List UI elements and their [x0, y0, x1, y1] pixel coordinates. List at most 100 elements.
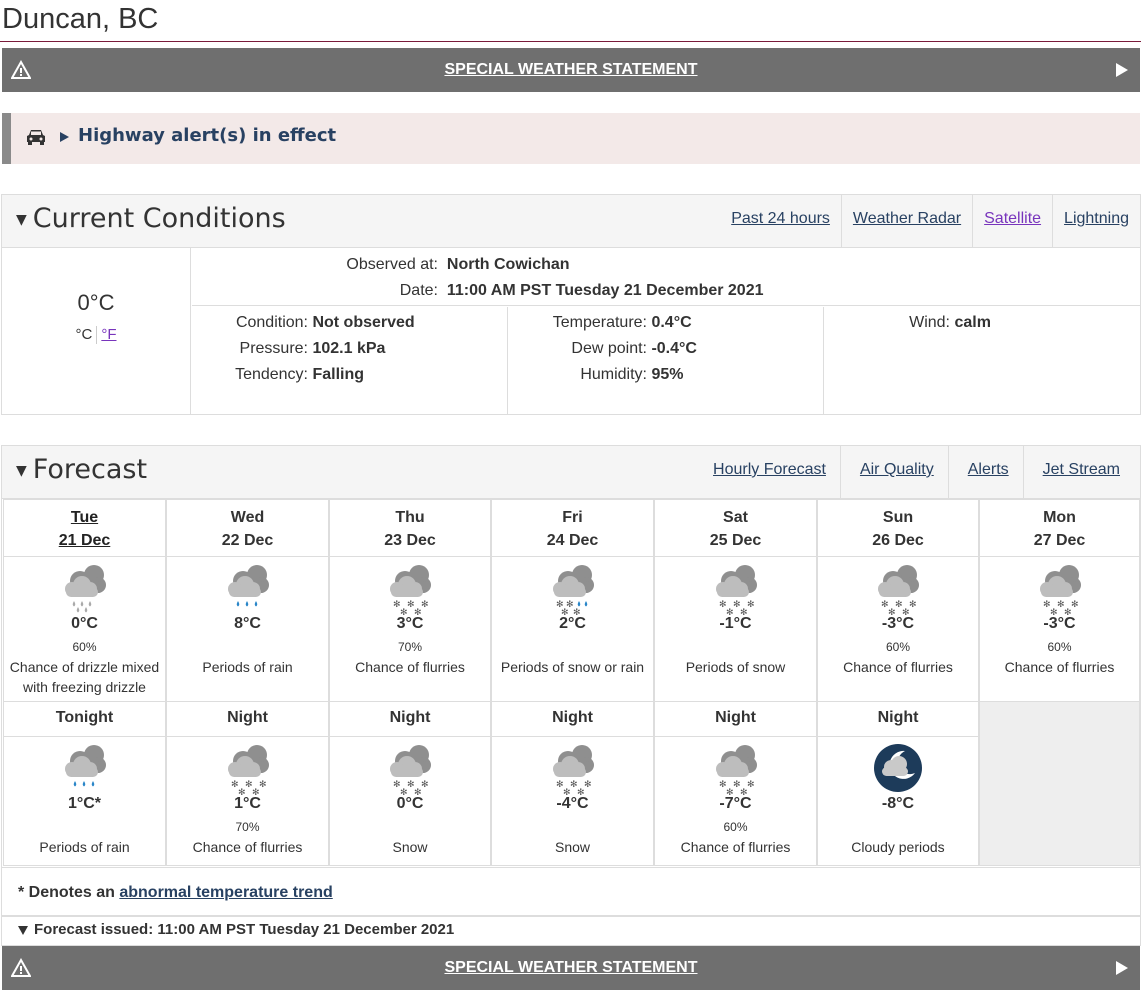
svg-text:✻: ✻ — [1050, 608, 1058, 615]
jet-stream-link[interactable]: Jet Stream — [1022, 446, 1140, 498]
observed-at-row: Observed at: North Cowichan — [346, 256, 570, 273]
forecast-night-header: Night — [817, 701, 979, 737]
svg-text:✻: ✻ — [561, 608, 569, 615]
forecast-temp: 3°C — [396, 615, 424, 632]
expand-arrow-icon[interactable] — [1116, 63, 1128, 77]
expand-triangle-icon[interactable] — [18, 925, 28, 935]
condition-value: Not observed — [312, 314, 415, 331]
current-conditions-heading[interactable]: ▼ Current Conditions — [16, 203, 286, 234]
snow-rain-icon: ✻ ✻✻ ✻ — [552, 565, 594, 615]
unit-toggle: °C °F — [2, 326, 190, 345]
night-label: Night — [877, 709, 919, 726]
day-name: Sun — [882, 509, 914, 526]
forecast-links: Hourly Forecast Air Quality Alerts Jet S… — [702, 446, 1140, 498]
empty-night-cell — [979, 701, 1140, 866]
day-name: Fri — [562, 509, 583, 526]
forecast-day-header: Sun 26 Dec — [817, 499, 979, 557]
forecast-summary: Snow — [392, 839, 428, 855]
special-weather-alert-banner[interactable]: SPECIAL WEATHER STATEMENT — [2, 48, 1140, 92]
air-quality-link[interactable]: Air Quality — [839, 446, 948, 498]
day-name: Tue — [70, 509, 99, 526]
forecast-summary: Chance of flurries — [192, 839, 303, 855]
svg-text:✻: ✻ — [726, 788, 734, 795]
precip-probability: 60% — [72, 640, 97, 654]
snow-icon: ✻ ✻ ✻✻ ✻ — [715, 565, 757, 615]
svg-text:✻: ✻ — [747, 600, 755, 610]
cloudy-night-icon — [874, 744, 922, 792]
svg-text:✻: ✻ — [400, 608, 408, 615]
night-label: Tonight — [55, 709, 114, 726]
snow-icon: ✻ ✻ ✻✻ ✻ — [1039, 565, 1081, 615]
svg-text:✻: ✻ — [909, 600, 917, 610]
snow-icon: ✻ ✻ ✻✻ ✻ — [878, 565, 919, 615]
expand-arrow-icon[interactable] — [1116, 961, 1128, 975]
svg-text:✻: ✻ — [252, 788, 260, 795]
temperature-trend-note: * Denotes an abnormal temperature trend — [1, 867, 1141, 916]
svg-text:✻: ✻ — [238, 788, 246, 795]
rain-icon — [227, 565, 269, 607]
forecast-temp: -3°C — [881, 615, 915, 632]
tendency-value: Falling — [312, 366, 365, 383]
forecast-temp: 1°C — [234, 795, 261, 812]
snow-icon: ✻ ✻ ✻✻ ✻ — [390, 745, 431, 795]
day-date: 26 Dec — [872, 532, 924, 549]
svg-text:✻: ✻ — [414, 608, 422, 615]
precip-probability: 70% — [397, 640, 423, 654]
highway-alert[interactable]: Highway alert(s) in effect — [2, 113, 1140, 164]
observation-info: Observed at: North Cowichan Date: 11:00 … — [192, 248, 1140, 306]
forecast-temp: -1°C — [719, 615, 752, 632]
svg-text:✻: ✻ — [414, 788, 422, 795]
special-weather-statement-link[interactable]: SPECIAL WEATHER STATEMENT — [2, 61, 1140, 79]
night-label: Night — [227, 709, 268, 726]
satellite-link[interactable]: Satellite — [972, 195, 1052, 247]
forecast-day-cell: 0°C 60% Chance of drizzle mixed with freez… — [3, 556, 166, 702]
expand-triangle-icon[interactable] — [60, 132, 69, 142]
weather-radar-link[interactable]: Weather Radar — [840, 195, 972, 247]
forecast-temp: -3°C — [1043, 615, 1076, 632]
svg-text:✻: ✻ — [747, 780, 755, 790]
current-conditions-panel: ▼ Current Conditions Past 24 hours Weathe… — [1, 194, 1141, 415]
current-temperature: 0°C — [77, 290, 115, 315]
fahrenheit-link[interactable]: °F — [101, 326, 116, 343]
day-date: 23 Dec — [384, 532, 436, 549]
day-date: 24 Dec — [546, 532, 599, 549]
night-label: Night — [552, 709, 593, 726]
hourly-forecast-link[interactable]: Hourly Forecast — [702, 446, 840, 498]
svg-text:✻: ✻ — [902, 608, 910, 615]
forecast-issued-text: Forecast issued: 11:00 AM PST Tuesday 21… — [34, 921, 455, 938]
svg-text:✻: ✻ — [400, 788, 408, 795]
precip-probability: 60% — [1047, 640, 1072, 654]
special-weather-statement-link[interactable]: SPECIAL WEATHER STATEMENT — [2, 959, 1140, 977]
date-value: 11:00 AM PST Tuesday 21 December 2021 — [446, 282, 764, 299]
forecast-night-cell: ✻ ✻ ✻ ✻ ✻ -7°C 60% Chance of flurries — [654, 736, 817, 866]
svg-text:✻: ✻ — [577, 788, 585, 795]
conditions-column-3: Wind: calm — [909, 314, 991, 331]
wind-value: calm — [954, 314, 991, 331]
forecast-temp: 0°C — [396, 795, 424, 812]
collapse-caret-icon[interactable]: ▼ — [16, 463, 27, 479]
collapse-caret-icon[interactable]: ▼ — [16, 212, 27, 228]
svg-text:✻: ✻ — [1071, 600, 1079, 610]
svg-text:✻: ✻ — [563, 788, 571, 795]
svg-text:✻: ✻ — [259, 780, 267, 790]
forecast-day-header[interactable]: Tue 21 Dec — [3, 499, 166, 557]
day-date: 25 Dec — [709, 532, 762, 549]
forecast-day-cell: ✻ ✻ ✻ ✻ ✻ 3°C 70% Chance of flurries — [329, 556, 491, 702]
svg-text:✻: ✻ — [740, 788, 748, 795]
precip-probability: 70% — [235, 820, 260, 834]
lightning-link[interactable]: Lightning — [1052, 195, 1140, 247]
forecast-issued[interactable]: Forecast issued: 11:00 AM PST Tuesday 21… — [1, 916, 1141, 946]
forecast-summary: Chance of drizzle mixed with freezing dr… — [9, 659, 160, 695]
svg-text:✻: ✻ — [421, 600, 429, 610]
abnormal-temperature-trend-link[interactable]: abnormal temperature trend — [119, 884, 332, 901]
forecast-day-cell: ✻ ✻ ✻ ✻ ✻ -3°C 60% Chance of flurries — [979, 556, 1140, 702]
forecast-night-cell: ✻ ✻ ✻ ✻ ✻ -4°C Snow — [491, 736, 654, 866]
past-24-hours-link[interactable]: Past 24 hours — [720, 195, 841, 247]
special-weather-alert-banner-bottom[interactable]: SPECIAL WEATHER STATEMENT — [2, 946, 1140, 990]
forecast-heading[interactable]: ▼ Forecast — [16, 454, 147, 485]
highway-alert-label[interactable]: Highway alert(s) in effect — [78, 125, 336, 146]
forecast-summary: Periods of snow — [685, 659, 786, 675]
forecast-night-header: Night — [654, 701, 817, 737]
drizzle-freezing-icon — [64, 565, 106, 613]
alerts-link[interactable]: Alerts — [947, 446, 1023, 498]
